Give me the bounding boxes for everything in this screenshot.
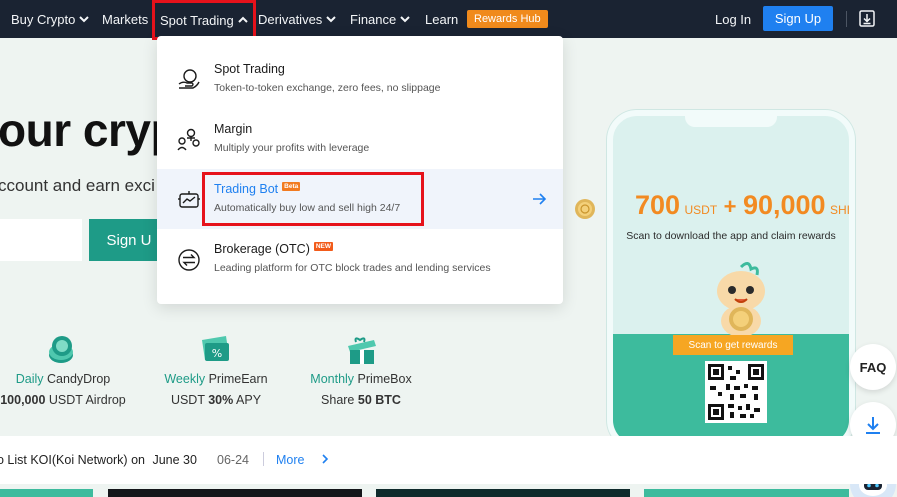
- chevron-down-icon: [79, 16, 90, 23]
- nav-spot-trading[interactable]: Spot Trading: [152, 0, 256, 40]
- signup-button[interactable]: Sign Up: [763, 6, 833, 31]
- people-coins-icon: [177, 128, 201, 152]
- phone-notch: [685, 116, 777, 127]
- trading-bot-highlight: [202, 172, 424, 226]
- mascot-icon: [717, 262, 765, 337]
- promo-amounts: 700 USDT + 90,000 SHIB: [635, 190, 851, 220]
- faq-button[interactable]: FAQ: [850, 344, 896, 390]
- feature-primebox[interactable]: Monthly PrimeBox Share 50 BTC: [276, 334, 446, 407]
- login-link[interactable]: Log In: [715, 0, 751, 38]
- chevron-down-icon: [326, 16, 337, 23]
- scan-rewards-ribbon: Scan to get rewards: [673, 335, 793, 355]
- nav-derivatives[interactable]: Derivatives: [258, 0, 337, 38]
- nav-markets[interactable]: Markets: [102, 0, 148, 38]
- ticket-percent-icon: %: [202, 336, 229, 361]
- swap-arrows-icon: [177, 248, 201, 272]
- gift-box-icon: [348, 337, 376, 364]
- dropdown-item-brokerage[interactable]: Brokerage (OTC) NEW Leading platform for …: [157, 229, 563, 289]
- banner-card[interactable]: [108, 489, 362, 497]
- banner-card[interactable]: [644, 489, 849, 497]
- more-link[interactable]: More: [276, 453, 304, 467]
- arrow-right-icon[interactable]: [531, 191, 547, 207]
- hand-coin-icon: [177, 68, 201, 92]
- rewards-hub-button[interactable]: Rewards Hub: [467, 10, 548, 28]
- download-icon[interactable]: [859, 10, 875, 27]
- feature-candydrop[interactable]: Daily CandyDrop 100,000 USDT Airdrop: [0, 334, 148, 407]
- bot-chart-icon: [177, 188, 201, 212]
- coin-icon: [575, 199, 595, 219]
- top-navbar: Buy Crypto Markets Spot Trading Derivati…: [0, 0, 897, 40]
- spot-trading-dropdown: Spot Trading Token-to-token exchange, ze…: [157, 36, 563, 304]
- ticker-divider: [263, 452, 264, 466]
- banner-card[interactable]: [376, 489, 630, 497]
- announcement-text[interactable]: o List KOI(Koi Network) on June 30: [0, 453, 197, 467]
- announcement-date: 06-24: [217, 453, 249, 467]
- dropdown-item-margin[interactable]: Margin Multiply your profits with levera…: [157, 109, 563, 169]
- qr-code: [705, 361, 767, 423]
- nav-divider: [846, 11, 847, 27]
- coins-icon: [49, 336, 73, 363]
- hero-subtitle: ccount and earn exci: [0, 176, 155, 195]
- hero-title: our cryp: [0, 104, 179, 156]
- nav-learn[interactable]: Learn: [425, 0, 458, 38]
- svg-text:%: %: [212, 347, 222, 360]
- email-input[interactable]: [0, 219, 82, 261]
- nav-buy-crypto[interactable]: Buy Crypto: [11, 0, 90, 38]
- chevron-right-icon[interactable]: [320, 453, 330, 465]
- new-badge: NEW: [313, 242, 334, 251]
- chevron-up-icon: [238, 16, 248, 23]
- nav-finance[interactable]: Finance: [350, 0, 410, 38]
- chevron-down-icon: [400, 16, 410, 23]
- dropdown-item-spot-trading[interactable]: Spot Trading Token-to-token exchange, ze…: [157, 49, 563, 109]
- promo-scan-text: Scan to download the app and claim rewar…: [626, 230, 836, 242]
- arrow-down-icon: [866, 417, 880, 434]
- banner-card[interactable]: [0, 489, 93, 497]
- app-promo-phone: 700 USDT + 90,000 SHIB Scan to download …: [607, 110, 855, 450]
- qr-code-icon: [708, 364, 764, 420]
